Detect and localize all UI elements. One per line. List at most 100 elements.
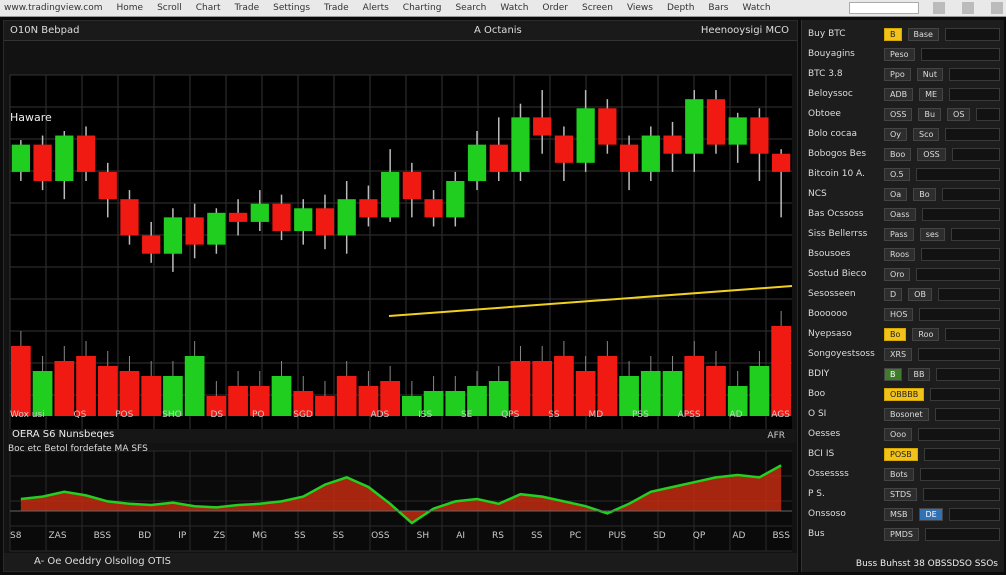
panel-button[interactable]: Bo bbox=[913, 187, 936, 201]
panel-button[interactable]: OSS bbox=[884, 107, 913, 121]
panel-button[interactable]: ses bbox=[919, 227, 945, 241]
chart-right-label[interactable]: Heenooysigi MCO bbox=[701, 25, 789, 36]
value-field[interactable] bbox=[937, 287, 1000, 301]
value-field[interactable] bbox=[923, 487, 1000, 501]
value-field[interactable] bbox=[936, 367, 1000, 381]
value-field[interactable] bbox=[919, 307, 1000, 321]
volume-bar bbox=[684, 356, 705, 416]
panel-button[interactable]: DE bbox=[919, 507, 943, 521]
panel-button[interactable]: Bo bbox=[884, 327, 907, 341]
panel-button[interactable]: Pass bbox=[884, 227, 914, 241]
panel-button[interactable]: Oro bbox=[884, 267, 911, 281]
value-field[interactable] bbox=[941, 187, 1000, 201]
panel-button[interactable]: Oy bbox=[884, 127, 908, 141]
menu-item[interactable]: Alerts bbox=[363, 3, 389, 13]
panel-button[interactable]: Sco bbox=[913, 127, 940, 141]
candle-body bbox=[142, 235, 161, 254]
menu-item[interactable]: Trade bbox=[234, 3, 259, 13]
row-label: BCI IS bbox=[808, 449, 835, 459]
menu-item[interactable]: Search bbox=[455, 3, 486, 13]
value-field[interactable] bbox=[918, 427, 1000, 441]
value-field[interactable] bbox=[945, 127, 1000, 141]
panel-button[interactable]: ME bbox=[919, 87, 944, 101]
menu-item[interactable]: Settings bbox=[273, 3, 310, 13]
panel-button[interactable]: D bbox=[884, 287, 903, 301]
value-field[interactable] bbox=[945, 327, 1000, 341]
menu-item[interactable]: Watch bbox=[500, 3, 528, 13]
panel-button[interactable]: Oa bbox=[884, 187, 908, 201]
panel-button[interactable]: B bbox=[884, 27, 902, 41]
value-field[interactable] bbox=[918, 347, 1000, 361]
panel-button[interactable]: B bbox=[884, 367, 902, 381]
value-field[interactable] bbox=[919, 467, 1000, 481]
value-field[interactable] bbox=[949, 67, 1000, 81]
value-field[interactable] bbox=[976, 107, 1000, 121]
panel-button[interactable]: Peso bbox=[884, 47, 915, 61]
panel-button[interactable]: Base bbox=[907, 27, 939, 41]
value-field[interactable] bbox=[944, 27, 1000, 41]
panel-button[interactable]: OBBBB bbox=[884, 387, 925, 401]
value-field[interactable] bbox=[934, 407, 1000, 421]
menu-item[interactable]: Screen bbox=[582, 3, 613, 13]
tick-label: AGS bbox=[771, 410, 790, 420]
panel-button[interactable]: Roo bbox=[912, 327, 940, 341]
minimize-icon[interactable] bbox=[933, 2, 945, 14]
search-input[interactable] bbox=[849, 2, 919, 14]
panel-button[interactable]: O.5 bbox=[884, 167, 910, 181]
panel-button[interactable]: XRS bbox=[884, 347, 913, 361]
tick-label: OSS bbox=[371, 531, 390, 541]
candle-body bbox=[772, 153, 791, 172]
panel-button[interactable]: Bots bbox=[884, 467, 914, 481]
panel-button[interactable]: Roos bbox=[884, 247, 916, 261]
candle-body bbox=[381, 171, 400, 218]
panel-button[interactable]: OSS bbox=[917, 147, 946, 161]
value-field[interactable] bbox=[921, 247, 1000, 261]
value-field[interactable] bbox=[948, 507, 1000, 521]
value-field[interactable] bbox=[916, 267, 1000, 281]
value-field[interactable] bbox=[921, 207, 1000, 221]
value-field[interactable] bbox=[949, 87, 1000, 101]
value-field[interactable] bbox=[950, 227, 1000, 241]
panel-button[interactable]: BB bbox=[907, 367, 931, 381]
candle-body bbox=[750, 117, 769, 154]
row-label: Bitcoin 10 A. bbox=[808, 169, 865, 179]
panel-button[interactable]: POSB bbox=[884, 447, 918, 461]
panel-button[interactable]: Bosonet bbox=[884, 407, 929, 421]
value-field[interactable] bbox=[915, 167, 1000, 181]
value-field[interactable] bbox=[930, 387, 1000, 401]
value-field[interactable] bbox=[920, 47, 1000, 61]
maximize-icon[interactable] bbox=[962, 2, 974, 14]
panel-button[interactable]: MSB bbox=[884, 507, 914, 521]
menu-item[interactable]: Scroll bbox=[157, 3, 182, 13]
panel-button[interactable]: Nut bbox=[916, 67, 943, 81]
panel-button[interactable]: STDS bbox=[884, 487, 918, 501]
close-icon[interactable] bbox=[991, 2, 1003, 14]
menu-item[interactable]: Views bbox=[627, 3, 653, 13]
panel-button[interactable]: Ooo bbox=[884, 427, 913, 441]
menu-item[interactable]: Watch bbox=[743, 3, 771, 13]
menu-item[interactable]: Trade bbox=[324, 3, 349, 13]
menu-item[interactable]: Bars bbox=[708, 3, 728, 13]
price-chart[interactable] bbox=[4, 41, 797, 553]
panel-button[interactable]: HOS bbox=[884, 307, 914, 321]
candle-body bbox=[76, 135, 96, 172]
menu-item[interactable]: Depth bbox=[667, 3, 694, 13]
value-field[interactable] bbox=[951, 147, 1000, 161]
panel-button[interactable]: PMDS bbox=[884, 527, 919, 541]
panel-button[interactable]: OB bbox=[908, 287, 932, 301]
panel-button[interactable]: ADB bbox=[884, 87, 914, 101]
menu-item[interactable]: Home bbox=[116, 3, 143, 13]
menu-item[interactable]: Charting bbox=[403, 3, 442, 13]
value-field[interactable] bbox=[923, 447, 1000, 461]
value-field[interactable] bbox=[924, 527, 1000, 541]
panel-button[interactable]: Bu bbox=[918, 107, 942, 121]
menu-item[interactable]: Order bbox=[542, 3, 568, 13]
panel-button[interactable]: Boo bbox=[884, 147, 912, 161]
panel-button[interactable]: Oass bbox=[884, 207, 916, 221]
menu-item[interactable]: www.tradingview.com bbox=[4, 3, 102, 13]
panel-button[interactable]: OS bbox=[947, 107, 971, 121]
menu-item[interactable]: Chart bbox=[196, 3, 221, 13]
panel-button[interactable]: Ppo bbox=[884, 67, 911, 81]
row-label: Sesosseen bbox=[808, 289, 856, 299]
row-label: P S. bbox=[808, 489, 825, 499]
